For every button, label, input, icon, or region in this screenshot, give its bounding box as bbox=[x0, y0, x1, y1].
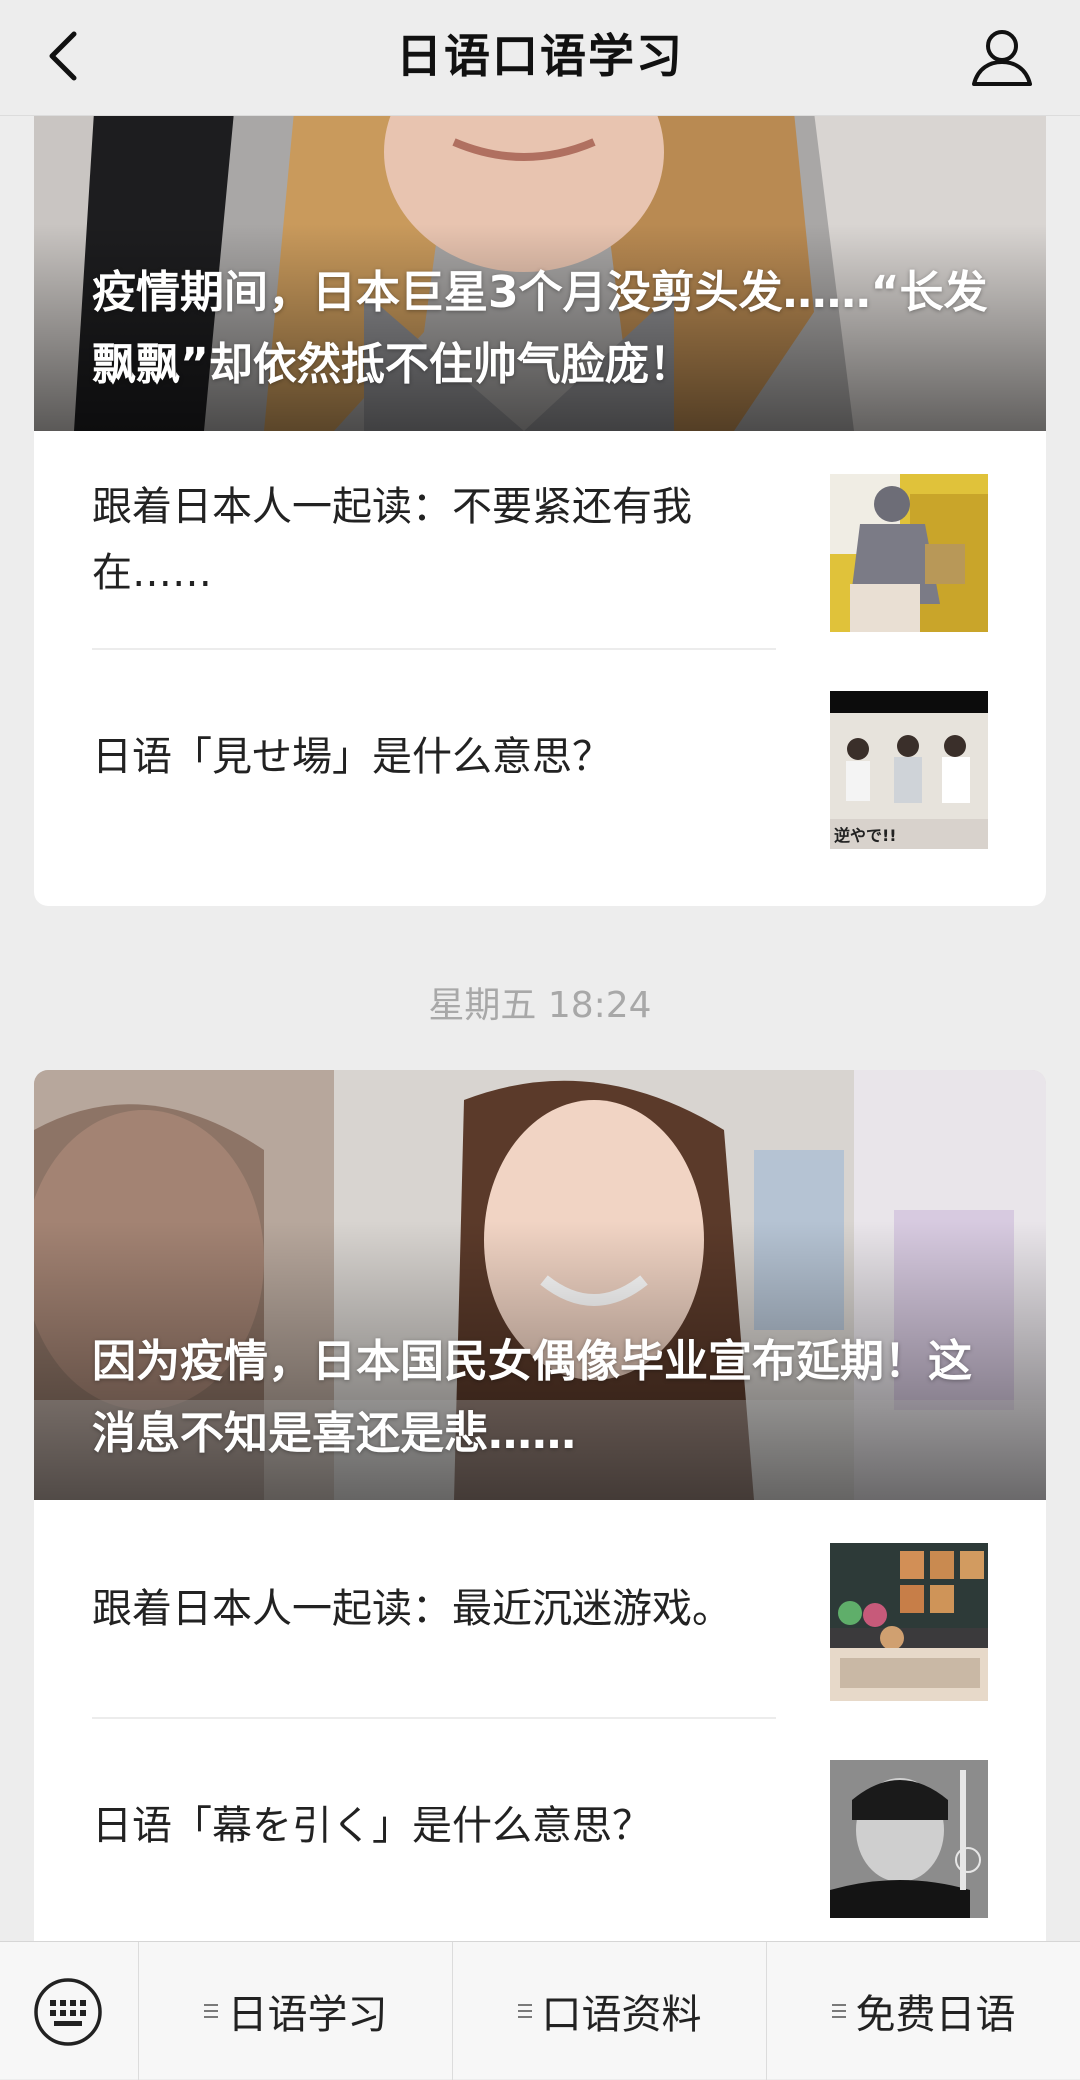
thumbnail-image bbox=[830, 474, 988, 632]
list-item[interactable]: 日语「見せ場」是什么意思？ 逆やで!! bbox=[92, 648, 988, 865]
menu-list-icon bbox=[203, 2001, 218, 2021]
menu-label: 免费日语 bbox=[855, 1992, 1016, 2038]
article-card: 疫情期间，日本巨星3个月没剪头发……“长发飘飘”却依然抵不住帅气脸庞！ 跟着日本… bbox=[34, 116, 1046, 906]
thumbnail-image bbox=[830, 1760, 988, 1918]
list-item[interactable]: 日语「幕を引く」是什么意思？ bbox=[92, 1717, 988, 1934]
list-item[interactable]: 跟着日本人一起读：不要紧还有我在…… bbox=[92, 431, 988, 648]
page-title: 日语口语学习 bbox=[396, 29, 684, 83]
person-icon bbox=[972, 30, 1032, 86]
menu-label: 口语资料 bbox=[541, 1992, 702, 2038]
timestamp: 星期五 18:24 bbox=[428, 985, 652, 1026]
menu-list-icon bbox=[517, 2001, 532, 2021]
profile-button[interactable] bbox=[964, 22, 1040, 98]
article-feed: 疫情期间，日本巨星3个月没剪头发……“长发飘飘”却依然抵不住帅气脸庞！ 跟着日本… bbox=[0, 116, 1080, 1941]
keyboard-toggle-button[interactable] bbox=[0, 1942, 139, 2080]
hero-article[interactable]: 因为疫情，日本国民女偶像毕业宣布延期！这消息不知是喜还是悲…… bbox=[34, 1070, 1046, 1500]
menu-button-speaking-materials[interactable]: 口语资料 bbox=[453, 1942, 767, 2080]
menu-button-japanese-study[interactable]: 日语学习 bbox=[139, 1942, 453, 2080]
hero-title: 疫情期间，日本巨星3个月没剪头发……“长发飘飘”却依然抵不住帅气脸庞！ bbox=[92, 267, 988, 390]
keyboard-icon bbox=[34, 1978, 102, 2046]
list-item-title: 跟着日本人一起读：不要紧还有我在…… bbox=[92, 483, 692, 596]
hero-title: 因为疫情，日本国民女偶像毕业宣布延期！这消息不知是喜还是悲…… bbox=[92, 1336, 972, 1459]
thumbnail-caption: 逆やで!! bbox=[834, 826, 897, 845]
list-item-title: 跟着日本人一起读：最近沉迷游戏。 bbox=[92, 1585, 732, 1632]
menu-list-icon bbox=[831, 2001, 846, 2021]
list-item-title: 日语「幕を引く」是什么意思？ bbox=[92, 1802, 652, 1849]
bottom-menu-bar: 日语学习 口语资料 免费日语 bbox=[0, 1941, 1080, 2080]
menu-label: 日语学习 bbox=[227, 1992, 388, 2038]
list-item[interactable]: 跟着日本人一起读：最近沉迷游戏。 bbox=[92, 1500, 988, 1717]
thumbnail-image: 逆やで!! bbox=[830, 691, 988, 849]
top-nav-bar: 日语口语学习 bbox=[0, 0, 1080, 116]
list-item-title: 日语「見せ場」是什么意思？ bbox=[92, 733, 612, 780]
thumbnail-image bbox=[830, 1543, 988, 1701]
hero-article[interactable]: 疫情期间，日本巨星3个月没剪头发……“长发飘飘”却依然抵不住帅气脸庞！ bbox=[34, 116, 1046, 431]
menu-button-free-japanese[interactable]: 免费日语 bbox=[767, 1942, 1080, 2080]
article-card: 因为疫情，日本国民女偶像毕业宣布延期！这消息不知是喜还是悲…… 跟着日本人一起读… bbox=[34, 1070, 1046, 1941]
